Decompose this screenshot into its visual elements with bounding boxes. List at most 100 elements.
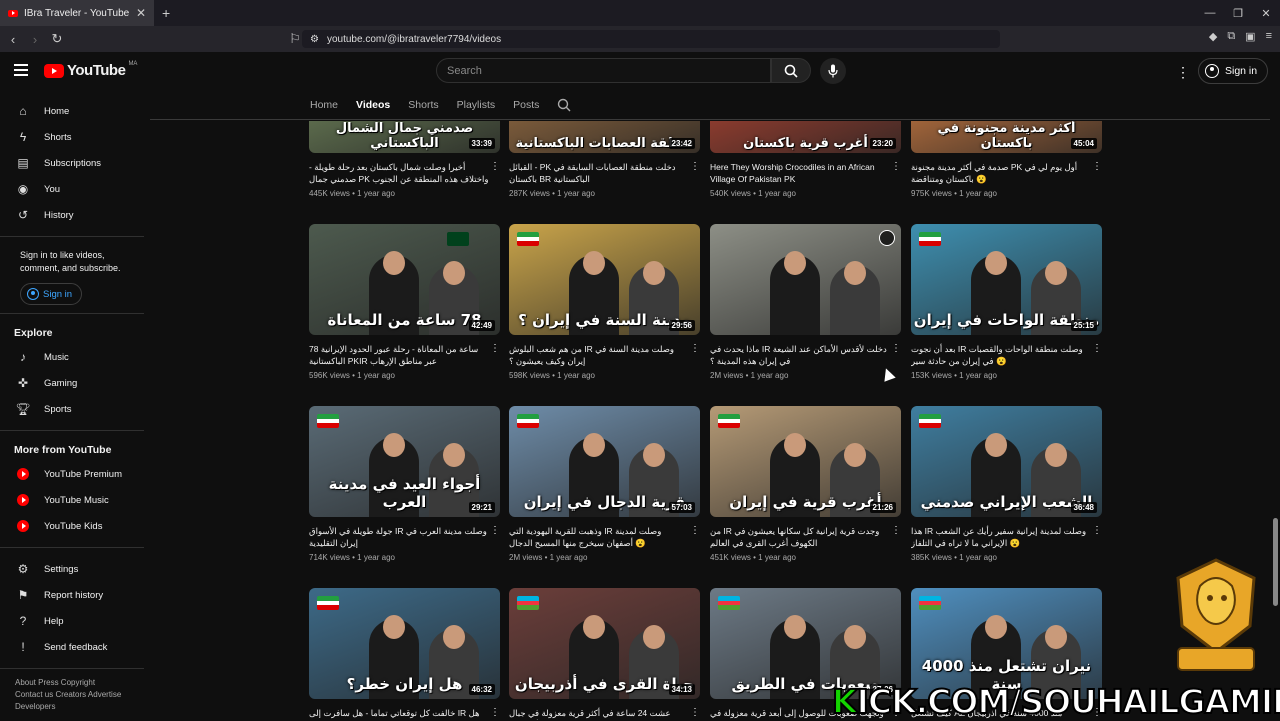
- maximize-icon[interactable]: ❐: [1224, 7, 1252, 20]
- footer-line-3[interactable]: Developers: [15, 701, 150, 713]
- video-options-icon[interactable]: ⋮: [891, 343, 901, 367]
- sidebar-item-subscriptions[interactable]: ▤ Subscriptions: [0, 150, 150, 176]
- site-settings-icon[interactable]: ⚙: [310, 34, 319, 45]
- video-card[interactable]: أغرب قرية في إيران 21:26 من IR وجدت قرية إ…: [710, 406, 901, 562]
- video-card[interactable]: منطقة العصابات الباكستانية 23:42 القبائل -…: [509, 121, 700, 198]
- tab-videos[interactable]: Videos: [356, 99, 390, 111]
- video-thumbnail[interactable]: هل إيران خطر؟ 46:32: [309, 588, 500, 699]
- video-options-icon[interactable]: ⋮: [490, 525, 500, 549]
- video-options-icon[interactable]: ⋮: [490, 707, 500, 720]
- video-card[interactable]: 78 ساعة من المعاناة42:49 78 ساعة من المعا…: [309, 224, 500, 380]
- footer-line-1[interactable]: About Press Copyright: [15, 677, 150, 689]
- video-thumbnail[interactable]: صدمني جمال الشمال الباكستاني 33:39: [309, 121, 500, 153]
- video-title[interactable]: القبائل - PK دخلت منطقة العصابات السابقة…: [509, 161, 690, 185]
- video-title[interactable]: هذا IR وصلت لمدينة إيرانية سفير رأيك عن …: [911, 525, 1092, 549]
- video-thumbnail[interactable]: 78 ساعة من المعاناة42:49: [309, 224, 500, 335]
- video-card[interactable]: قرية الدجال في إيران 57:03 وذهبت للقرية ال…: [509, 406, 700, 562]
- video-card[interactable]: صدمني جمال الشمال الباكستاني 33:39 أخيرا و…: [309, 121, 500, 198]
- video-thumbnail[interactable]: حياة القرى في أذربيجان 34:13: [509, 588, 700, 699]
- video-title[interactable]: أخيرا وصلت شمال باكستان بعد رحلة طويلة -…: [309, 161, 490, 185]
- video-thumbnail[interactable]: منطقة الواحات في إيران 25:15: [911, 224, 1102, 335]
- video-card[interactable]: ماذا يحدث في IR دخلت لأقدس الأماكن عند ا…: [710, 224, 901, 380]
- sidebar-item-shorts[interactable]: ϟ Shorts: [0, 124, 150, 150]
- video-title[interactable]: من IR وجدت قرية إيرانية كل سكانها يعيشون…: [710, 525, 891, 549]
- video-options-icon[interactable]: ⋮: [490, 161, 500, 185]
- sidebar-item-history[interactable]: ↺ History: [0, 202, 150, 228]
- video-options-icon[interactable]: ⋮: [1092, 161, 1102, 185]
- sidebar-item-send-feedback[interactable]: ! Send feedback: [0, 634, 150, 660]
- sidebar-item-youtube-music[interactable]: YouTube Music: [0, 487, 150, 513]
- video-thumbnail[interactable]: مدينة السنة في إيران ؟ 29:56: [509, 224, 700, 335]
- browser-tab[interactable]: IBra Traveler - YouTube ✕: [0, 0, 154, 26]
- tab-posts[interactable]: Posts: [513, 99, 539, 111]
- footer-line-2[interactable]: Contact us Creators Advertise: [15, 689, 150, 701]
- sidebar-item-home[interactable]: ⌂ Home: [0, 98, 150, 124]
- video-card[interactable]: أجواء العيد في مدينة العرب 29:21 جولة طويل…: [309, 406, 500, 562]
- video-title[interactable]: Here They Worship Crocodiles in an Afric…: [710, 161, 891, 185]
- video-title[interactable]: بعد أن نجوت IR وصلت منطقة الواحات والقصب…: [911, 343, 1092, 367]
- settings-kebab-icon[interactable]: ⋮: [1176, 64, 1190, 81]
- hamburger-menu-icon[interactable]: [14, 64, 28, 79]
- video-thumbnail[interactable]: أغرب قرية في إيران 21:26: [710, 406, 901, 517]
- sidebar-item-gaming[interactable]: ✜ Gaming: [0, 370, 150, 396]
- minimize-icon[interactable]: —: [1196, 7, 1224, 19]
- search-button[interactable]: [771, 58, 811, 83]
- video-thumbnail[interactable]: قرية الدجال في إيران 57:03: [509, 406, 700, 517]
- wallet-icon[interactable]: ◆: [1209, 30, 1217, 43]
- video-thumbnail[interactable]: منطقة العصابات الباكستانية 23:42: [509, 121, 700, 153]
- video-card[interactable]: حياة القرى في أذربيجان 34:13 عشت 24 ساعة ف…: [509, 588, 700, 720]
- watch-later-icon[interactable]: [879, 230, 895, 246]
- video-card[interactable]: أغرب قرية باكستان 23:20 Here They Worship …: [710, 121, 901, 198]
- tab-playlists[interactable]: Playlists: [457, 99, 496, 111]
- video-title[interactable]: ماذا يحدث في IR دخلت لأقدس الأماكن عند ا…: [710, 343, 891, 367]
- voice-search-button[interactable]: [820, 58, 846, 84]
- sidebar-item-youtube-kids[interactable]: YouTube Kids: [0, 513, 150, 539]
- video-options-icon[interactable]: ⋮: [690, 525, 700, 549]
- video-title[interactable]: جولة طويلة في الأسواق IR وصلت مدينة العر…: [309, 525, 490, 549]
- video-options-icon[interactable]: ⋮: [490, 343, 500, 367]
- new-tab-icon[interactable]: +: [162, 5, 170, 21]
- video-options-icon[interactable]: ⋮: [1092, 525, 1102, 549]
- video-options-icon[interactable]: ⋮: [690, 343, 700, 367]
- sidebar-item-report-history[interactable]: ⚑ Report history: [0, 582, 150, 608]
- video-card[interactable]: منطقة الواحات في إيران 25:15 بعد أن نجوت I…: [911, 224, 1102, 380]
- video-title[interactable]: 78 ساعة من المعاناة - رحلة عبور الحدود ا…: [309, 343, 490, 367]
- video-options-icon[interactable]: ⋮: [891, 525, 901, 549]
- video-card[interactable]: هل إيران خطر؟ 46:32 خالفت كل توقعاتي تماما…: [309, 588, 500, 720]
- video-thumbnail[interactable]: أجواء العيد في مدينة العرب 29:21: [309, 406, 500, 517]
- tab-shorts[interactable]: Shorts: [408, 99, 438, 111]
- tab-home[interactable]: Home: [310, 99, 338, 111]
- video-options-icon[interactable]: ⋮: [1092, 343, 1102, 367]
- video-thumbnail[interactable]: الشعب الإيراني صدمني 36:48: [911, 406, 1102, 517]
- channel-search-icon[interactable]: [557, 98, 571, 112]
- video-options-icon[interactable]: ⋮: [891, 161, 901, 185]
- sidebar-item-sports[interactable]: 🏆︎ Sports: [0, 396, 150, 422]
- forward-icon[interactable]: ›: [26, 32, 44, 47]
- video-title[interactable]: وذهبت للقرية اليهودية التي IR وصلت لمدين…: [509, 525, 690, 549]
- sidebar-item-settings[interactable]: ⚙ Settings: [0, 556, 150, 582]
- video-card[interactable]: أكثر مدينة مجنونة في باكستان 45:04 صدمة في…: [911, 121, 1102, 198]
- video-options-icon[interactable]: ⋮: [690, 707, 700, 720]
- sidebar-item-youtube-premium[interactable]: YouTube Premium: [0, 461, 150, 487]
- close-window-icon[interactable]: ✕: [1252, 7, 1280, 20]
- video-card[interactable]: مدينة السنة في إيران ؟ 29:56 من هم شعب الب…: [509, 224, 700, 380]
- video-title[interactable]: عشت 24 ساعة في أكثر قرية معزولة في جبال …: [509, 707, 690, 720]
- video-thumbnail[interactable]: أكثر مدينة مجنونة في باكستان 45:04: [911, 121, 1102, 153]
- sidebar-item-music[interactable]: ♪ Music: [0, 344, 150, 370]
- video-thumbnail[interactable]: أغرب قرية باكستان 23:20: [710, 121, 901, 153]
- video-title[interactable]: خالفت كل توقعاتي تماما - هل سافرت إلى IR…: [309, 707, 490, 720]
- video-title[interactable]: صدمة في أكثر مدينة مجنونة PK أول يوم لي …: [911, 161, 1092, 185]
- video-card[interactable]: الشعب الإيراني صدمني 36:48 هذا IR وصلت لمد…: [911, 406, 1102, 562]
- signin-button[interactable]: Sign in: [1198, 58, 1269, 84]
- sidebar-item-you[interactable]: ◉ You: [0, 176, 150, 202]
- reload-icon[interactable]: ↻: [48, 31, 66, 47]
- back-icon[interactable]: ‹: [4, 32, 22, 47]
- close-tab-icon[interactable]: ✕: [136, 6, 146, 20]
- scrollbar-thumb[interactable]: [1273, 518, 1278, 606]
- page-scrollbar[interactable]: [1270, 90, 1280, 720]
- video-thumbnail[interactable]: [710, 224, 901, 335]
- video-title[interactable]: من هم شعب البلوش IR وصلت مدينة السنة في …: [509, 343, 690, 367]
- youtube-logo[interactable]: YouTube MA: [44, 61, 137, 79]
- sidebar-toggle-icon[interactable]: ▣: [1245, 30, 1255, 43]
- video-options-icon[interactable]: ⋮: [690, 161, 700, 185]
